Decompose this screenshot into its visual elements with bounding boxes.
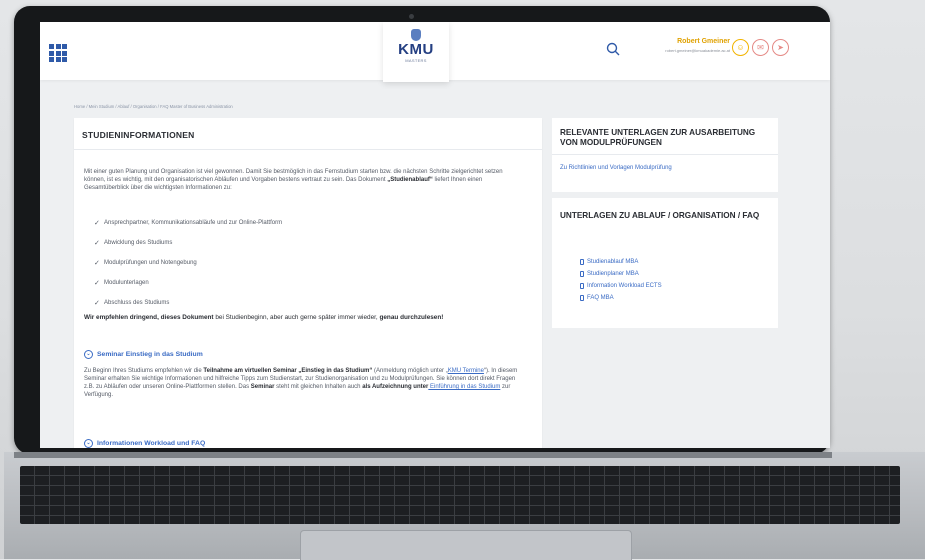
laptop-screen: KMU MASTERS Robert Gmeiner robert.gmeine… <box>40 22 830 448</box>
document-label: Information Workload ECTS <box>587 283 662 289</box>
breadcrumb[interactable]: Home / Mein Studium / Ablauf / Organisat… <box>74 104 233 109</box>
mail-icon[interactable]: ✉ <box>752 39 769 56</box>
expand-icon: ⌄ <box>84 439 93 448</box>
kmu-logo[interactable]: KMU MASTERS <box>383 22 449 82</box>
document-link[interactable]: Information Workload ECTS <box>580 280 662 292</box>
list-item-label: Modulunterlagen <box>104 280 149 286</box>
seminar-bold: als Aufzeichnung unter <box>362 384 429 390</box>
card-title: UNTERLAGEN ZU ABLAUF / ORGANISATION / FA… <box>560 211 760 220</box>
logout-icon[interactable]: ➤ <box>772 39 789 56</box>
intro-paragraph: Mit einer guten Planung und Organisation… <box>84 168 524 192</box>
apps-grid-icon[interactable] <box>49 44 67 62</box>
seminar-title: Seminar Einstieg in das Studium <box>97 351 203 358</box>
document-label: FAQ MBA <box>587 295 614 301</box>
card-title: STUDIENINFORMATIONEN <box>74 118 542 150</box>
check-icon: ✓ <box>94 300 100 307</box>
seminar-bold: Teilnahme am virtuellen Seminar „Einstie… <box>203 368 373 374</box>
list-item-label: Abschluss des Studiums <box>104 300 170 306</box>
guidelines-link[interactable]: Zu Richtlinien und Vorlagen Modulprüfung <box>552 155 778 181</box>
list-item-label: Ansprechpartner, Kommunikationsabläufe u… <box>104 220 283 226</box>
seminar-text: (Anmeldung möglich unter „ <box>372 368 448 374</box>
list-item-label: Modulprüfungen und Notengebung <box>104 260 197 266</box>
list-item: ✓ Modulprüfungen und Notengebung <box>94 253 514 273</box>
organisation-documents-card: UNTERLAGEN ZU ABLAUF / ORGANISATION / FA… <box>552 198 778 328</box>
file-icon <box>580 259 584 265</box>
document-link[interactable]: Studienplaner MBA <box>580 268 662 280</box>
list-item: ✓ Abschluss des Studiums <box>94 293 514 313</box>
webcam <box>409 14 414 19</box>
check-icon: ✓ <box>94 260 100 267</box>
workload-title: Informationen Workload und FAQ <box>97 440 206 447</box>
recommendation-bold: Wir empfehlen dringend, dieses Dokument <box>84 314 214 321</box>
study-information-card: STUDIENINFORMATIONEN Mit einer guten Pla… <box>74 118 542 448</box>
user-name: Robert Gmeiner <box>677 38 730 45</box>
document-list: Studienablauf MBA Studienplaner MBA Info… <box>580 256 662 304</box>
logo-subtitle: MASTERS <box>405 58 427 63</box>
list-item: ✓ Ansprechpartner, Kommunikationsabläufe … <box>94 213 514 233</box>
seminar-section-toggle[interactable]: ⌄ Seminar Einstieg in das Studium <box>84 350 203 359</box>
workload-section-toggle[interactable]: ⌄ Informationen Workload und FAQ <box>84 439 205 448</box>
file-icon <box>580 295 584 301</box>
user-email: robert.gmeiner@kmuakademie.ac.at <box>665 48 730 53</box>
file-icon <box>580 271 584 277</box>
check-icon: ✓ <box>94 220 100 227</box>
recommendation-bold-end: genau durchzulesen! <box>379 314 444 321</box>
seminar-text: Zu Beginn Ihres Studiums empfehlen wir d… <box>84 368 204 374</box>
laptop-trackpad <box>300 530 632 560</box>
logo-crest-icon <box>411 29 421 41</box>
document-link[interactable]: Studienablauf MBA <box>580 256 662 268</box>
laptop-bezel: KMU MASTERS Robert Gmeiner robert.gmeine… <box>14 6 830 454</box>
top-navigation-bar: KMU MASTERS Robert Gmeiner robert.gmeine… <box>40 22 830 82</box>
list-item-label: Abwicklung des Studiums <box>104 240 173 246</box>
recommendation-text: bei Studienbeginn, aber auch gerne späte… <box>213 314 380 321</box>
seminar-bold: Seminar <box>250 384 275 390</box>
file-icon <box>580 283 584 289</box>
user-profile-icon[interactable]: ☺ <box>732 39 749 56</box>
document-label: Studienablauf MBA <box>587 259 639 265</box>
recommendation-paragraph: Wir empfehlen dringend, dieses Dokument … <box>84 313 524 322</box>
intro-document-name: „Studienablauf“ <box>387 177 433 183</box>
kmu-termine-link[interactable]: KMU Termine <box>448 368 484 374</box>
document-link[interactable]: FAQ MBA <box>580 292 662 304</box>
laptop-keyboard <box>20 466 900 524</box>
seminar-paragraph: Zu Beginn Ihres Studiums empfehlen wir d… <box>84 367 524 399</box>
card-title: RELEVANTE UNTERLAGEN ZUR AUSARBEITUNG VO… <box>552 118 778 155</box>
document-label: Studienplaner MBA <box>587 271 639 277</box>
list-item: ✓ Modulunterlagen <box>94 273 514 293</box>
laptop-hinge <box>14 452 832 458</box>
list-item: ✓ Abwicklung des Studiums <box>94 233 514 253</box>
check-icon: ✓ <box>94 280 100 287</box>
seminar-text: steht mit gleichen Inhalten auch <box>274 384 363 390</box>
exam-documents-card: RELEVANTE UNTERLAGEN ZUR AUSARBEITUNG VO… <box>552 118 778 192</box>
check-icon: ✓ <box>94 240 100 247</box>
checklist: ✓ Ansprechpartner, Kommunikationsabläufe … <box>94 213 514 313</box>
logo-text: KMU <box>398 41 434 58</box>
expand-icon: ⌄ <box>84 350 93 359</box>
intro-recording-link[interactable]: Einführung in das Studium <box>428 384 500 390</box>
